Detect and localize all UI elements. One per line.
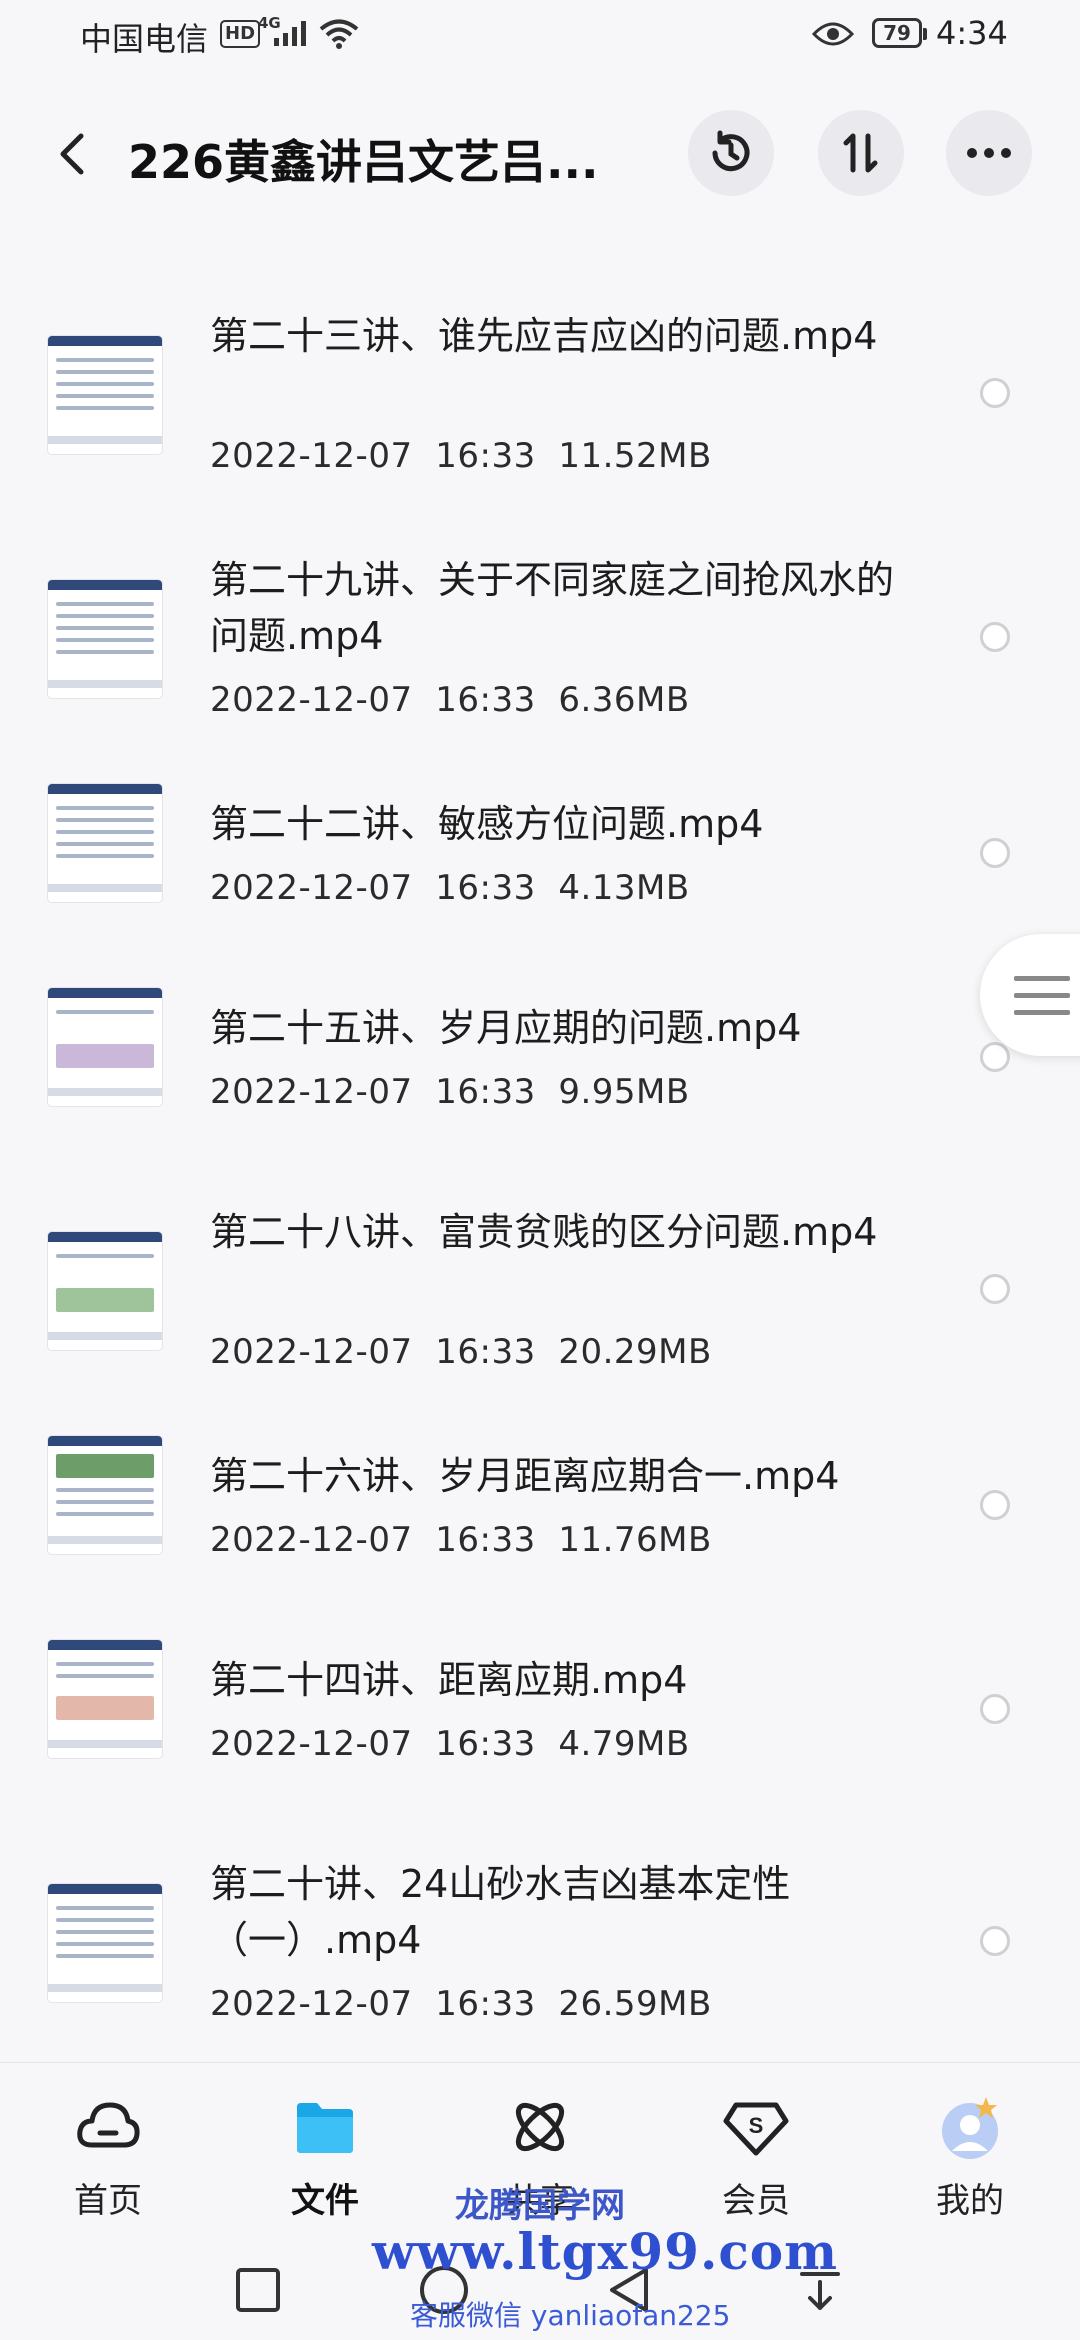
file-name: 第二十八讲、富贵贫贱的区分问题.mp4 [210, 1210, 878, 1254]
wifi-icon [319, 19, 359, 49]
header: 226黄鑫讲吕文艺吕... [0, 100, 1080, 210]
select-radio[interactable] [980, 1274, 1010, 1304]
video-thumbnail [48, 1884, 162, 2002]
file-name: 第二十六讲、岁月距离应期合一.mp4 [210, 1454, 840, 1498]
sort-button[interactable] [818, 110, 904, 196]
recents-square-icon[interactable] [228, 2260, 288, 2320]
more-icon [967, 148, 1011, 158]
nav-label-files: 文件 [291, 2181, 359, 2221]
select-radio[interactable] [980, 378, 1010, 408]
svg-text:S: S [749, 2113, 764, 2138]
select-radio[interactable] [980, 1490, 1010, 1520]
sort-icon [843, 133, 878, 173]
file-name: 第二十五讲、岁月应期的问题.mp4 [210, 1006, 802, 1050]
video-thumbnail [48, 1436, 162, 1554]
eye-icon [812, 22, 854, 46]
video-thumbnail [48, 1232, 162, 1350]
video-thumbnail [48, 784, 162, 902]
floating-menu-handle[interactable] [980, 934, 1080, 1056]
nav-item-me[interactable]: 我的 [900, 2063, 1040, 2221]
file-meta: 2022-12-07 16:33 26.59MB [210, 1984, 712, 2024]
file-meta: 2022-12-07 16:33 4.79MB [210, 1724, 690, 1764]
nav-label-me: 我的 [936, 2181, 1004, 2221]
file-name: 第二十讲、24山砂水吉凶基本定性（一）.mp4 [210, 1862, 791, 1962]
menu-icon [1014, 976, 1070, 1015]
nav-label-home: 首页 [74, 2181, 142, 2221]
file-meta: 2022-12-07 16:33 4.13MB [210, 868, 690, 908]
history-button[interactable] [688, 110, 774, 196]
folder-icon [297, 2103, 353, 2153]
status-bar: 中国电信 HD 4G 79 4:34 [0, 0, 1080, 76]
nav-label-vip: 会员 [722, 2181, 790, 2221]
watermark-contact: 客服微信 yanliaofan225 [410, 2299, 731, 2332]
video-thumbnail [48, 580, 162, 698]
hd-badge: HD [220, 20, 261, 48]
select-radio[interactable] [980, 838, 1010, 868]
video-thumbnail [48, 336, 162, 454]
nav-item-home[interactable]: 首页 [38, 2063, 178, 2221]
video-thumbnail [48, 988, 162, 1106]
file-name: 第二十三讲、谁先应吉应凶的问题.mp4 [210, 314, 878, 358]
file-meta: 2022-12-07 16:33 6.36MB [210, 680, 690, 720]
watermark-name: 龙腾国学网 [455, 2186, 625, 2226]
vip-diamond-icon: S [723, 2102, 789, 2156]
page-title: 226黄鑫讲吕文艺吕... [128, 135, 599, 189]
clock: 4:34 [936, 14, 1008, 52]
select-radio[interactable] [980, 1042, 1010, 1072]
file-name: 第二十二讲、敏感方位问题.mp4 [210, 802, 764, 846]
battery-indicator: 79 [872, 18, 927, 48]
signal-icon [274, 21, 306, 46]
cloud-icon [77, 2102, 140, 2148]
file-meta: 2022-12-07 16:33 11.52MB [210, 436, 712, 476]
file-meta: 2022-12-07 16:33 9.95MB [210, 1072, 690, 1112]
file-meta: 2022-12-07 16:33 20.29MB [210, 1332, 712, 1372]
nav-item-files[interactable]: 文件 [255, 2063, 395, 2221]
file-name: 第二十四讲、距离应期.mp4 [210, 1658, 688, 1702]
select-radio[interactable] [980, 1694, 1010, 1724]
back-button[interactable] [44, 122, 100, 186]
watermark-url: www.ltgx99.com [372, 2222, 839, 2281]
nav-item-vip[interactable]: S 会员 [686, 2063, 826, 2221]
select-radio[interactable] [980, 1926, 1010, 1956]
file-meta: 2022-12-07 16:33 11.76MB [210, 1520, 712, 1560]
chevron-left-icon [60, 133, 84, 175]
carrier-label: 中国电信 [80, 20, 209, 58]
video-thumbnail [48, 1640, 162, 1758]
avatar-icon [942, 2097, 998, 2159]
more-button[interactable] [946, 110, 1032, 196]
file-name: 第二十九讲、关于不同家庭之间抢风水的问题.mp4 [210, 558, 895, 658]
select-radio[interactable] [980, 622, 1010, 652]
share-orbit-icon [515, 2102, 565, 2152]
history-icon [712, 130, 750, 172]
